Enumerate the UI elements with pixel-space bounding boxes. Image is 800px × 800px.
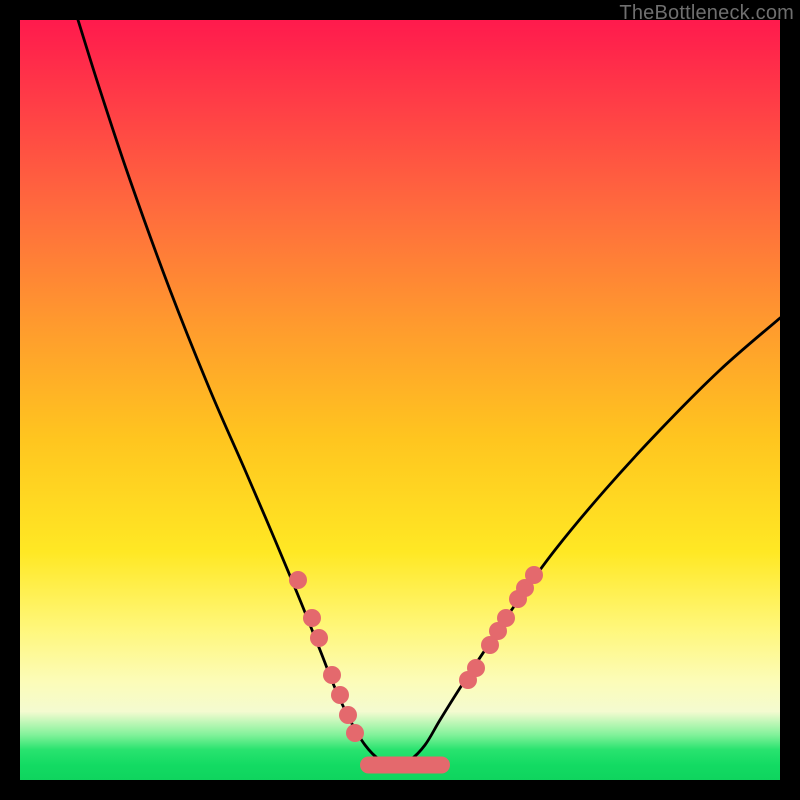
highlight-point xyxy=(525,566,543,584)
highlight-point xyxy=(339,706,357,724)
bottom-plateau xyxy=(360,757,450,774)
curve-svg xyxy=(20,20,780,780)
highlight-point xyxy=(331,686,349,704)
highlight-point xyxy=(497,609,515,627)
highlight-point xyxy=(289,571,307,589)
highlight-point xyxy=(323,666,341,684)
plateau-bar xyxy=(360,757,450,774)
chart-frame: TheBottleneck.com xyxy=(0,0,800,800)
highlight-point xyxy=(310,629,328,647)
highlight-point xyxy=(346,724,364,742)
bottleneck-curve xyxy=(78,20,780,765)
highlight-point xyxy=(303,609,321,627)
plot-area xyxy=(20,20,780,780)
highlight-markers xyxy=(289,566,543,742)
highlight-point xyxy=(467,659,485,677)
